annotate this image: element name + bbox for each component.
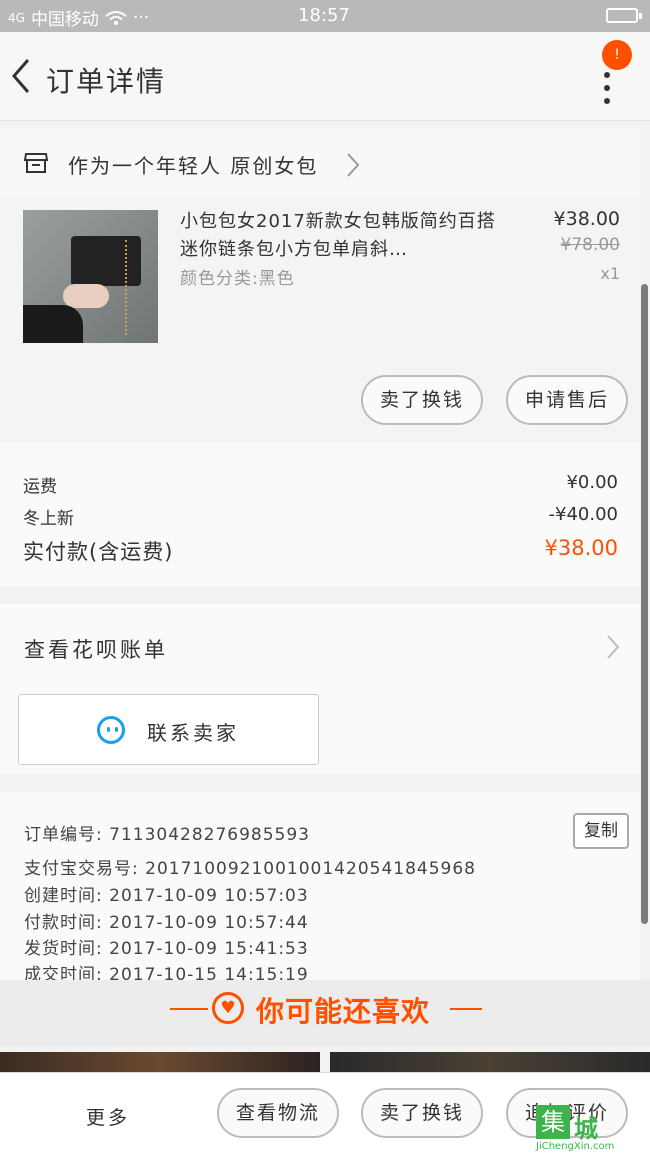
copy-button[interactable]: 复制 bbox=[573, 813, 629, 849]
promo-value: -¥40.00 bbox=[548, 504, 618, 525]
hand-shape bbox=[63, 284, 109, 308]
chevron-left-icon[interactable] bbox=[8, 56, 34, 96]
status-left: 4G 中国移动 ··· bbox=[8, 5, 150, 31]
nav-header: 订单详情 ! bbox=[0, 32, 650, 121]
view-logistics-button[interactable]: 查看物流 bbox=[217, 1088, 339, 1138]
notification-badge: ! bbox=[602, 40, 632, 70]
product-thumbnail[interactable] bbox=[23, 210, 158, 343]
recommend-title: 你可能还喜欢 bbox=[256, 995, 431, 1028]
product-card[interactable]: 小包包女2017新款女包韩版简约百搭迷你链条包小方包单肩斜… 颜色分类:黑色 ¥… bbox=[0, 198, 640, 440]
more-vertical-icon[interactable] bbox=[604, 72, 612, 111]
paid-value: ¥38.00 bbox=[544, 536, 618, 560]
product-sku: 颜色分类:黑色 bbox=[180, 269, 295, 289]
store-name[interactable]: 作为一个年轻人 原创女包 bbox=[68, 150, 318, 179]
huabei-section: 查看花呗账单 联系卖家 bbox=[0, 604, 640, 774]
bag-shape bbox=[71, 236, 141, 286]
divider-line bbox=[450, 1008, 482, 1010]
divider-line bbox=[170, 1008, 208, 1010]
product-quantity: x1 bbox=[600, 264, 620, 283]
contact-seller-button[interactable]: 联系卖家 bbox=[18, 694, 319, 765]
shipping-label: 运费 bbox=[23, 477, 57, 497]
fees-section: 运费 ¥0.00 冬上新 -¥40.00 实付款(含运费) ¥38.00 bbox=[0, 442, 640, 587]
bottom-action-bar: 更多 查看物流 卖了换钱 追加评价 集 城 JiChengXin.com bbox=[0, 1072, 650, 1156]
paid-time: 付款时间: 2017-10-09 10:57:44 bbox=[24, 913, 309, 933]
after-sale-button[interactable]: 申请售后 bbox=[506, 375, 628, 425]
store-row[interactable]: 作为一个年轻人 原创女包 bbox=[0, 128, 640, 198]
bag-strap bbox=[117, 240, 127, 335]
more-button[interactable]: 更多 bbox=[86, 1103, 130, 1130]
product-original-price: ¥78.00 bbox=[560, 235, 620, 255]
chat-icon bbox=[97, 716, 125, 744]
status-bar: 4G 中国移动 ··· 18:57 bbox=[0, 0, 650, 32]
watermark-logo: 集 城 JiChengXin.com bbox=[536, 1105, 646, 1152]
sell-for-cash-button[interactable]: 卖了换钱 bbox=[361, 1088, 483, 1138]
recommend-image[interactable] bbox=[0, 1052, 320, 1072]
chevron-right-icon bbox=[607, 635, 620, 659]
scrollbar[interactable] bbox=[641, 284, 648, 924]
product-price: ¥38.00 bbox=[553, 208, 620, 230]
shipped-time: 发货时间: 2017-10-09 15:41:53 bbox=[24, 939, 309, 959]
page-title: 订单详情 bbox=[46, 65, 167, 98]
shipping-value: ¥0.00 bbox=[566, 472, 618, 493]
watermark-glyph: 集 bbox=[536, 1105, 570, 1139]
store-icon bbox=[24, 153, 48, 173]
paid-label: 实付款(含运费) bbox=[23, 540, 174, 564]
contact-seller-label: 联系卖家 bbox=[147, 721, 239, 745]
promo-label: 冬上新 bbox=[23, 509, 74, 529]
battery-icon bbox=[606, 8, 642, 23]
watermark-text: 城 bbox=[574, 1115, 598, 1143]
order-info-section: 订单编号: 71130428276985593 复制 支付宝交易号: 20171… bbox=[0, 792, 640, 980]
watermark-url: JiChengXin.com bbox=[536, 1141, 615, 1152]
clock: 18:57 bbox=[298, 5, 350, 26]
huabei-bill-link[interactable]: 查看花呗账单 bbox=[24, 634, 168, 664]
order-number: 订单编号: 71130428276985593 bbox=[24, 825, 311, 845]
heart-icon: ♥ bbox=[212, 992, 244, 1024]
carrier-label: 中国移动 bbox=[30, 10, 99, 30]
alipay-number: 支付宝交易号: 2017100921001001420541845968 bbox=[24, 859, 476, 879]
sell-for-cash-button[interactable]: 卖了换钱 bbox=[361, 375, 483, 425]
signal-icon: 4G bbox=[8, 10, 25, 25]
wifi-icon bbox=[105, 10, 127, 25]
product-title[interactable]: 小包包女2017新款女包韩版简约百搭迷你链条包小方包单肩斜… bbox=[180, 208, 500, 264]
created-time: 创建时间: 2017-10-09 10:57:03 bbox=[24, 886, 309, 906]
recommend-header: ♥ 你可能还喜欢 bbox=[0, 980, 650, 1046]
more-status-icon: ··· bbox=[132, 7, 150, 28]
closed-time: 成交时间: 2017-10-15 14:15:19 bbox=[24, 965, 309, 980]
sleeve-shape bbox=[23, 305, 83, 343]
recommend-image[interactable] bbox=[330, 1052, 650, 1072]
chevron-right-icon bbox=[347, 153, 360, 177]
